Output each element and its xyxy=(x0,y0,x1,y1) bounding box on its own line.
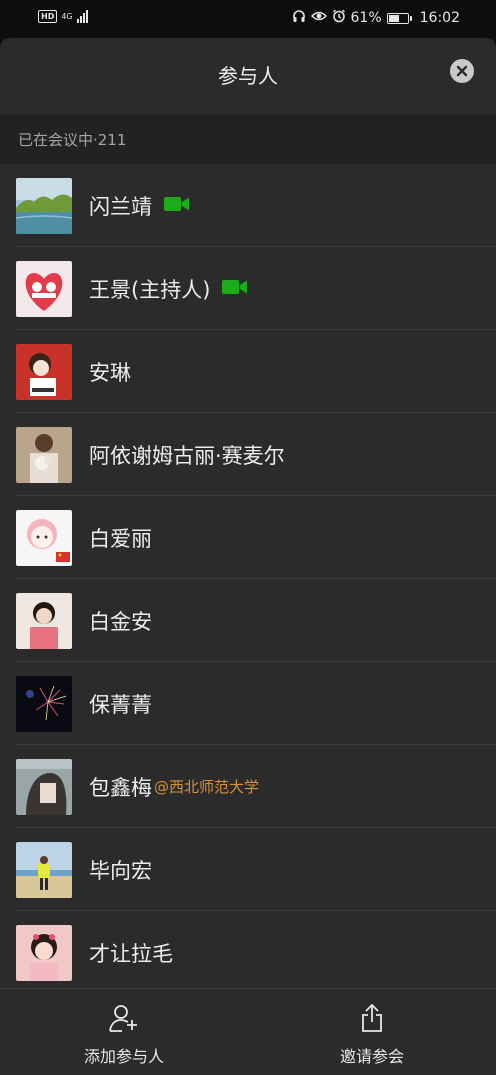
participant-info: 包鑫梅 @西北师范大学 xyxy=(89,745,259,828)
participant-name: 白爱丽 xyxy=(89,526,152,551)
eye-icon xyxy=(310,10,327,26)
add-participant-label: 添加参与人 xyxy=(83,1047,164,1066)
participants-sheet: 参与人 已在会议中·211 闪兰靖王景(主持人) 安琳阿依谢姆古丽·赛麦尔 白爱丽白… xyxy=(0,38,496,1075)
add-participant-button[interactable]: 添加参与人 xyxy=(0,989,248,1075)
avatar xyxy=(16,842,72,898)
participant-info: 保菁菁 xyxy=(89,662,152,745)
participant-name: 才让拉毛 xyxy=(89,941,173,966)
clock-time: 16:02 xyxy=(419,10,460,26)
participant-org: @西北师范大学 xyxy=(154,778,260,796)
bottom-action-bar: 添加参与人 邀请参会 xyxy=(0,988,496,1075)
in-meeting-count: 已在会议中·211 xyxy=(0,114,496,164)
participant-name: 白金安 xyxy=(89,609,152,634)
participant-name: 王景(主持人) xyxy=(89,277,211,302)
participant-row[interactable]: 保菁菁 xyxy=(0,662,496,745)
participant-name: 毕向宏 xyxy=(89,858,152,883)
headset-icon xyxy=(292,9,306,27)
battery-icon xyxy=(386,12,412,24)
participant-row[interactable]: 安琳 xyxy=(0,330,496,413)
video-camera-icon xyxy=(222,279,248,299)
close-button[interactable] xyxy=(450,59,474,83)
battery-level xyxy=(388,14,399,22)
participant-info: 毕向宏 xyxy=(89,828,152,911)
status-left: HD 4G xyxy=(38,9,88,23)
battery-percent: 61% xyxy=(350,10,382,26)
add-person-icon xyxy=(109,1005,137,1032)
participant-info: 才让拉毛 xyxy=(89,911,173,994)
status-bar: HD 4G 61% 16:02 xyxy=(0,0,496,36)
section-label: 已在会议中·211 xyxy=(18,130,127,149)
participant-row[interactable]: 阿依谢姆古丽·赛麦尔 xyxy=(0,413,496,496)
participant-info: 阿依谢姆古丽·赛麦尔 xyxy=(89,413,285,496)
signal-icon xyxy=(76,9,88,23)
network-label: 4G xyxy=(61,11,73,21)
participant-info: 白金安 xyxy=(89,579,152,662)
participant-name: 保菁菁 xyxy=(89,692,152,717)
participant-name: 闪兰靖 xyxy=(89,194,152,219)
invite-label: 邀请参会 xyxy=(339,1047,404,1066)
avatar xyxy=(16,759,72,815)
video-camera-icon xyxy=(164,196,190,216)
participant-row[interactable]: 白金安 xyxy=(0,579,496,662)
participant-row[interactable]: 包鑫梅 @西北师范大学 xyxy=(0,745,496,828)
participant-row[interactable]: 王景(主持人) xyxy=(0,247,496,330)
participant-name: 阿依谢姆古丽·赛麦尔 xyxy=(89,443,285,468)
participant-row[interactable]: 毕向宏 xyxy=(0,828,496,911)
participant-list: 闪兰靖王景(主持人) 安琳阿依谢姆古丽·赛麦尔 白爱丽白金安保菁菁包鑫梅 @西北师范大… xyxy=(0,164,496,994)
participant-row[interactable]: 白爱丽 xyxy=(0,496,496,579)
avatar xyxy=(16,427,72,483)
participant-info: 王景(主持人) xyxy=(89,247,248,330)
close-icon xyxy=(456,65,468,77)
avatar xyxy=(16,676,72,732)
participant-row[interactable]: 闪兰靖 xyxy=(0,164,496,247)
participant-info: 闪兰靖 xyxy=(89,164,190,247)
page-title: 参与人 xyxy=(218,64,278,88)
avatar xyxy=(16,510,72,566)
participant-name: 包鑫梅 xyxy=(89,775,152,800)
hd-badge: HD xyxy=(38,9,58,23)
participant-info: 白爱丽 xyxy=(89,496,152,579)
sheet-header: 参与人 xyxy=(0,38,496,114)
participant-name: 安琳 xyxy=(89,360,131,385)
status-right: 61% 16:02 xyxy=(292,9,460,27)
avatar xyxy=(16,178,72,234)
avatar xyxy=(16,593,72,649)
share-icon xyxy=(362,1003,382,1032)
invite-button[interactable]: 邀请参会 xyxy=(248,989,496,1075)
participant-row[interactable]: 才让拉毛 xyxy=(0,911,496,994)
avatar xyxy=(16,344,72,400)
avatar xyxy=(16,261,72,317)
avatar xyxy=(16,925,72,981)
participant-info: 安琳 xyxy=(89,330,131,413)
alarm-icon xyxy=(332,9,346,27)
